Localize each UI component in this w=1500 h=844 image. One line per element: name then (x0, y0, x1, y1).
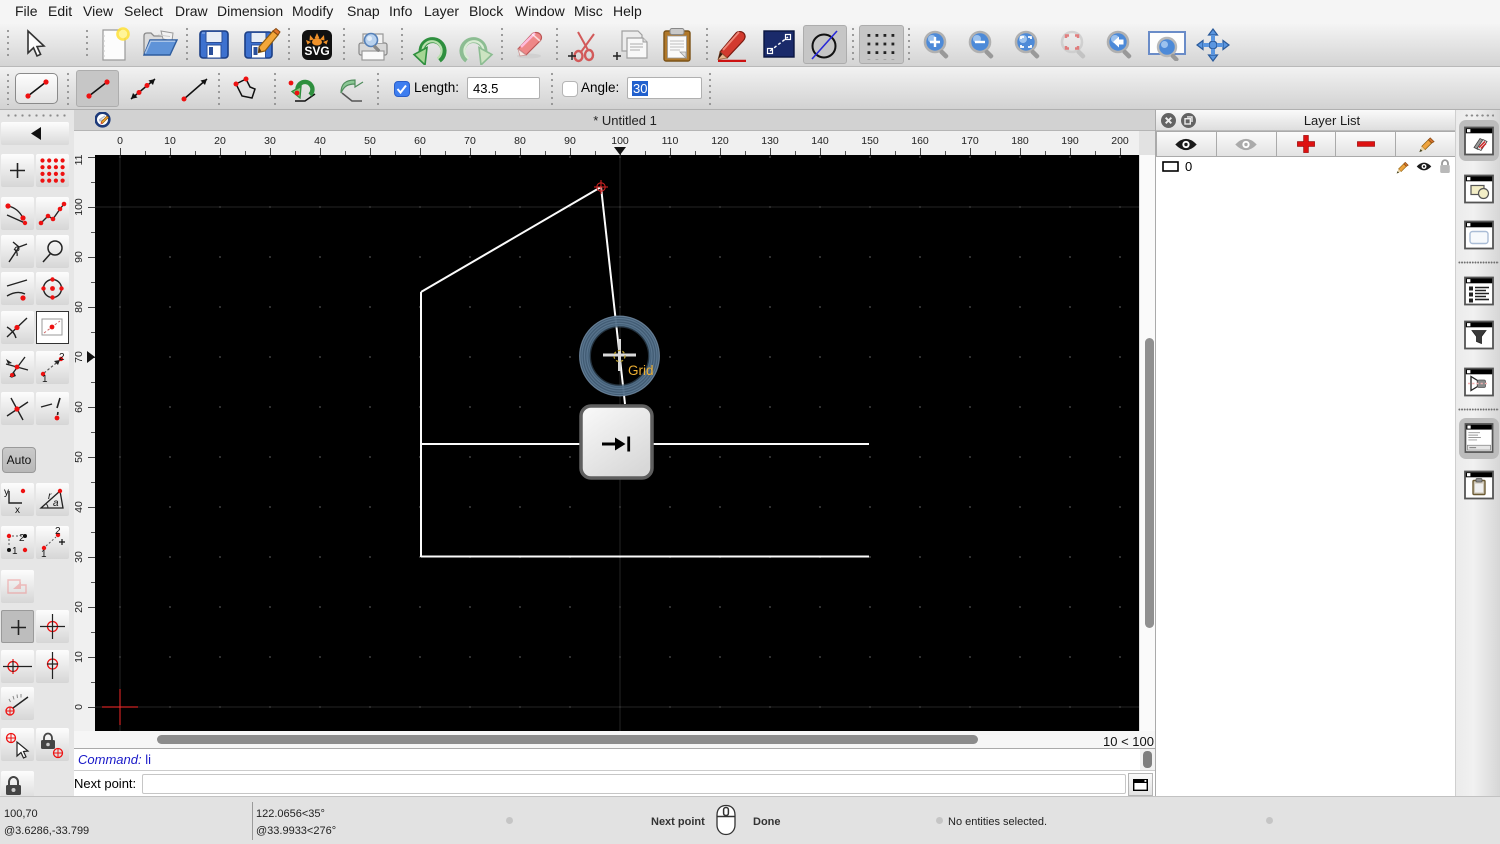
svg-text:90: 90 (74, 251, 85, 263)
svg-text:20: 20 (214, 135, 226, 147)
svg-text:160: 160 (911, 135, 929, 147)
svg-text:30: 30 (264, 135, 276, 147)
svg-text:40: 40 (74, 501, 85, 513)
svg-text:r: r (48, 491, 52, 502)
svg-text:190: 190 (1061, 135, 1079, 147)
svg-text:a: a (53, 498, 59, 509)
svg-text:2: 2 (19, 533, 25, 544)
svg-text:70: 70 (74, 351, 85, 363)
svg-text:2: 2 (59, 352, 65, 363)
svg-text:180: 180 (1011, 135, 1029, 147)
svg-text:110: 110 (662, 135, 679, 147)
svg-text:1: 1 (41, 549, 47, 559)
svg-text:60: 60 (414, 135, 426, 147)
svg-text:1: 1 (12, 546, 18, 557)
svg-text:0: 0 (74, 704, 85, 710)
svg-text:140: 140 (811, 135, 829, 147)
svg-text:0: 0 (117, 135, 123, 147)
svg-text:80: 80 (74, 301, 85, 313)
svg-text:100: 100 (611, 135, 629, 147)
svg-text:110: 110 (74, 155, 85, 165)
svg-text:40: 40 (314, 135, 326, 147)
svg-text:2: 2 (55, 526, 61, 537)
svg-text:20: 20 (74, 601, 85, 613)
svg-text:120: 120 (711, 135, 729, 147)
svg-text:50: 50 (364, 135, 376, 147)
svg-text:10: 10 (164, 135, 176, 147)
svg-text:x: x (15, 505, 20, 516)
svg-text:90: 90 (564, 135, 576, 147)
svg-text:30: 30 (74, 551, 85, 563)
svg-text:170: 170 (961, 135, 979, 147)
svg-text:60: 60 (74, 401, 85, 413)
svg-text:10: 10 (74, 651, 85, 663)
svg-text:50: 50 (74, 451, 85, 463)
svg-text:SVG: SVG (304, 44, 329, 58)
svg-text:1: 1 (42, 374, 48, 384)
svg-text:Grid: Grid (628, 363, 654, 378)
svg-text:100: 100 (74, 198, 85, 216)
svg-text:150: 150 (861, 135, 879, 147)
svg-text:200: 200 (1111, 135, 1129, 147)
svg-text:80: 80 (514, 135, 526, 147)
svg-text:y: y (4, 487, 9, 498)
svg-text:70: 70 (464, 135, 476, 147)
svg-text:130: 130 (761, 135, 779, 147)
